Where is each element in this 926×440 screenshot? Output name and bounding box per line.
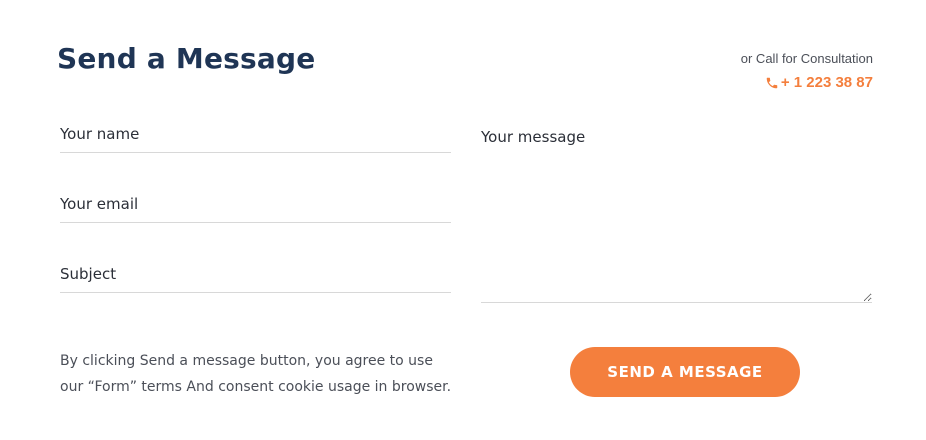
phone-link[interactable]: + 1 223 38 87 <box>765 74 873 91</box>
message-textarea[interactable] <box>481 122 872 302</box>
email-input[interactable] <box>60 186 451 222</box>
phone-icon <box>765 76 779 90</box>
phone-number: + 1 223 38 87 <box>780 74 873 91</box>
subject-field <box>60 256 451 293</box>
name-input[interactable] <box>60 116 451 152</box>
form-title: Send a Message <box>57 42 316 75</box>
message-field <box>481 122 872 303</box>
consent-text: By clicking Send a message button, you a… <box>60 353 452 395</box>
subject-input[interactable] <box>60 256 451 292</box>
consultation-text: or Call for Consultation <box>740 51 873 66</box>
email-field <box>60 186 451 223</box>
send-message-button[interactable]: SEND A MESSAGE <box>570 347 800 397</box>
consultation-block: or Call for Consultation + 1 223 38 87 <box>741 51 873 94</box>
name-field <box>60 116 451 153</box>
